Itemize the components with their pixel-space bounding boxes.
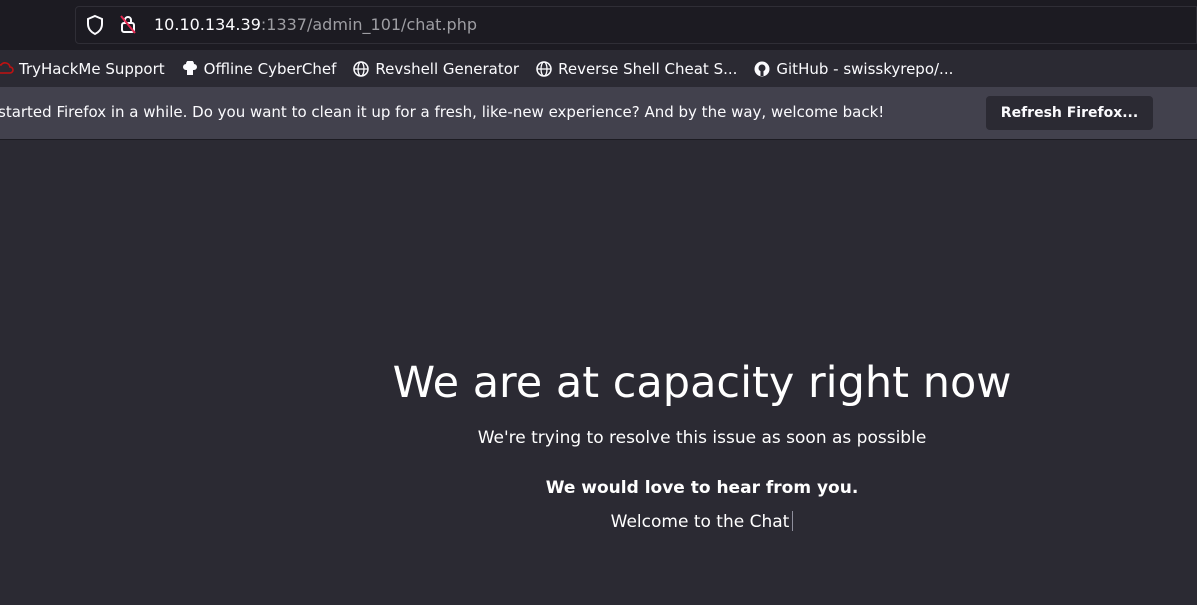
love-to-hear-text: We would love to hear from you.: [545, 478, 859, 498]
bookmark-label: Offline CyberChef: [203, 59, 337, 78]
tracking-protection-shield-icon[interactable]: [85, 14, 105, 36]
welcome-chat-line: Welcome to the Chat: [0, 510, 1197, 534]
bookmark-label: GitHub - swisskyrepo/...: [776, 59, 954, 78]
text-cursor: [792, 511, 794, 531]
globe-icon: [353, 60, 370, 77]
notification-message: started Firefox in a while. Do you want …: [0, 103, 885, 121]
bookmark-reverse-shell-cheat-sheet[interactable]: Reverse Shell Cheat S...: [535, 60, 737, 78]
navigation-toolbar: 10.10.134.39:1337/admin_101/chat.php: [0, 0, 1197, 50]
bookmark-revshell-generator[interactable]: Revshell Generator: [352, 60, 519, 78]
github-icon: [754, 61, 770, 76]
welcome-chat-text: Welcome to the Chat: [610, 512, 790, 532]
page-headline: We are at capacity right now: [392, 358, 1012, 408]
url-host: 10.10.134.39: [154, 15, 261, 34]
bookmark-label: Revshell Generator: [375, 59, 520, 78]
url-path: :1337/admin_101/chat.php: [260, 15, 477, 34]
bookmark-label: Reverse Shell Cheat S...: [558, 59, 738, 78]
tryhackme-icon: [0, 61, 14, 74]
bookmarks-toolbar: TryHackMe Support Offline CyberChef Revs…: [0, 50, 1197, 87]
chef-hat-icon: [182, 60, 197, 75]
bookmark-tryhackme-support[interactable]: TryHackMe Support: [0, 60, 165, 78]
insecure-lock-icon[interactable]: [118, 13, 138, 35]
bookmark-github-swisskyrepo[interactable]: GitHub - swisskyrepo/...: [753, 60, 953, 78]
status-subtext: We're trying to resolve this issue as so…: [477, 428, 927, 448]
page-content: We are at capacity right now We're tryin…: [0, 140, 1197, 605]
refresh-firefox-button[interactable]: Refresh Firefox...: [986, 96, 1153, 130]
bookmark-label: TryHackMe Support: [19, 59, 165, 78]
globe-icon: [536, 60, 552, 77]
bookmark-offline-cyberchef[interactable]: Offline CyberChef: [181, 59, 337, 78]
refresh-firefox-notification: started Firefox in a while. Do you want …: [0, 87, 1197, 140]
url-text[interactable]: 10.10.134.39:1337/admin_101/chat.php: [154, 14, 477, 36]
